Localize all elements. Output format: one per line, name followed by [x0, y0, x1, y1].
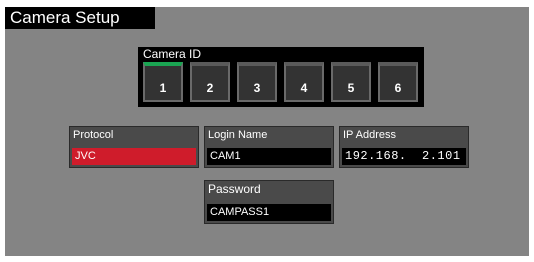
protocol-value[interactable]: JVC: [72, 148, 196, 165]
camera-setup-screen: Camera Setup Camera ID 1 2 3 4 5 6 Proto…: [0, 0, 534, 262]
ip-address-field[interactable]: IP Address 192.168. 2.101: [339, 126, 469, 168]
window-title: Camera Setup: [5, 7, 155, 29]
camera-id-button-label: 1: [159, 81, 167, 95]
camera-id-button-6[interactable]: 6: [378, 62, 418, 102]
camera-id-button-label: 4: [300, 81, 308, 95]
login-name-field[interactable]: Login Name CAM1: [204, 126, 334, 168]
camera-id-button-label: 3: [253, 81, 261, 95]
protocol-field[interactable]: Protocol JVC: [69, 126, 199, 168]
camera-id-button-label: 2: [206, 81, 214, 95]
camera-id-button-2[interactable]: 2: [190, 62, 230, 102]
camera-id-group: Camera ID 1 2 3 4 5 6: [138, 47, 424, 107]
camera-id-button-label: 6: [394, 81, 402, 95]
login-name-value[interactable]: CAM1: [207, 148, 331, 165]
camera-id-label: Camera ID: [143, 47, 202, 61]
setup-panel: Camera Setup Camera ID 1 2 3 4 5 6 Proto…: [5, 7, 529, 256]
camera-id-button-label: 5: [347, 81, 355, 95]
camera-id-button-5[interactable]: 5: [331, 62, 371, 102]
camera-id-button-3[interactable]: 3: [237, 62, 277, 102]
password-label: Password: [208, 182, 261, 196]
ip-address-label: IP Address: [343, 129, 396, 141]
protocol-label: Protocol: [73, 129, 114, 141]
camera-id-button-4[interactable]: 4: [284, 62, 324, 102]
ip-address-value[interactable]: 192.168. 2.101: [342, 148, 466, 165]
password-field[interactable]: Password CAMPASS1: [204, 180, 334, 224]
password-value[interactable]: CAMPASS1: [207, 204, 331, 221]
login-name-label: Login Name: [208, 129, 268, 141]
camera-id-button-1[interactable]: 1: [143, 62, 183, 102]
